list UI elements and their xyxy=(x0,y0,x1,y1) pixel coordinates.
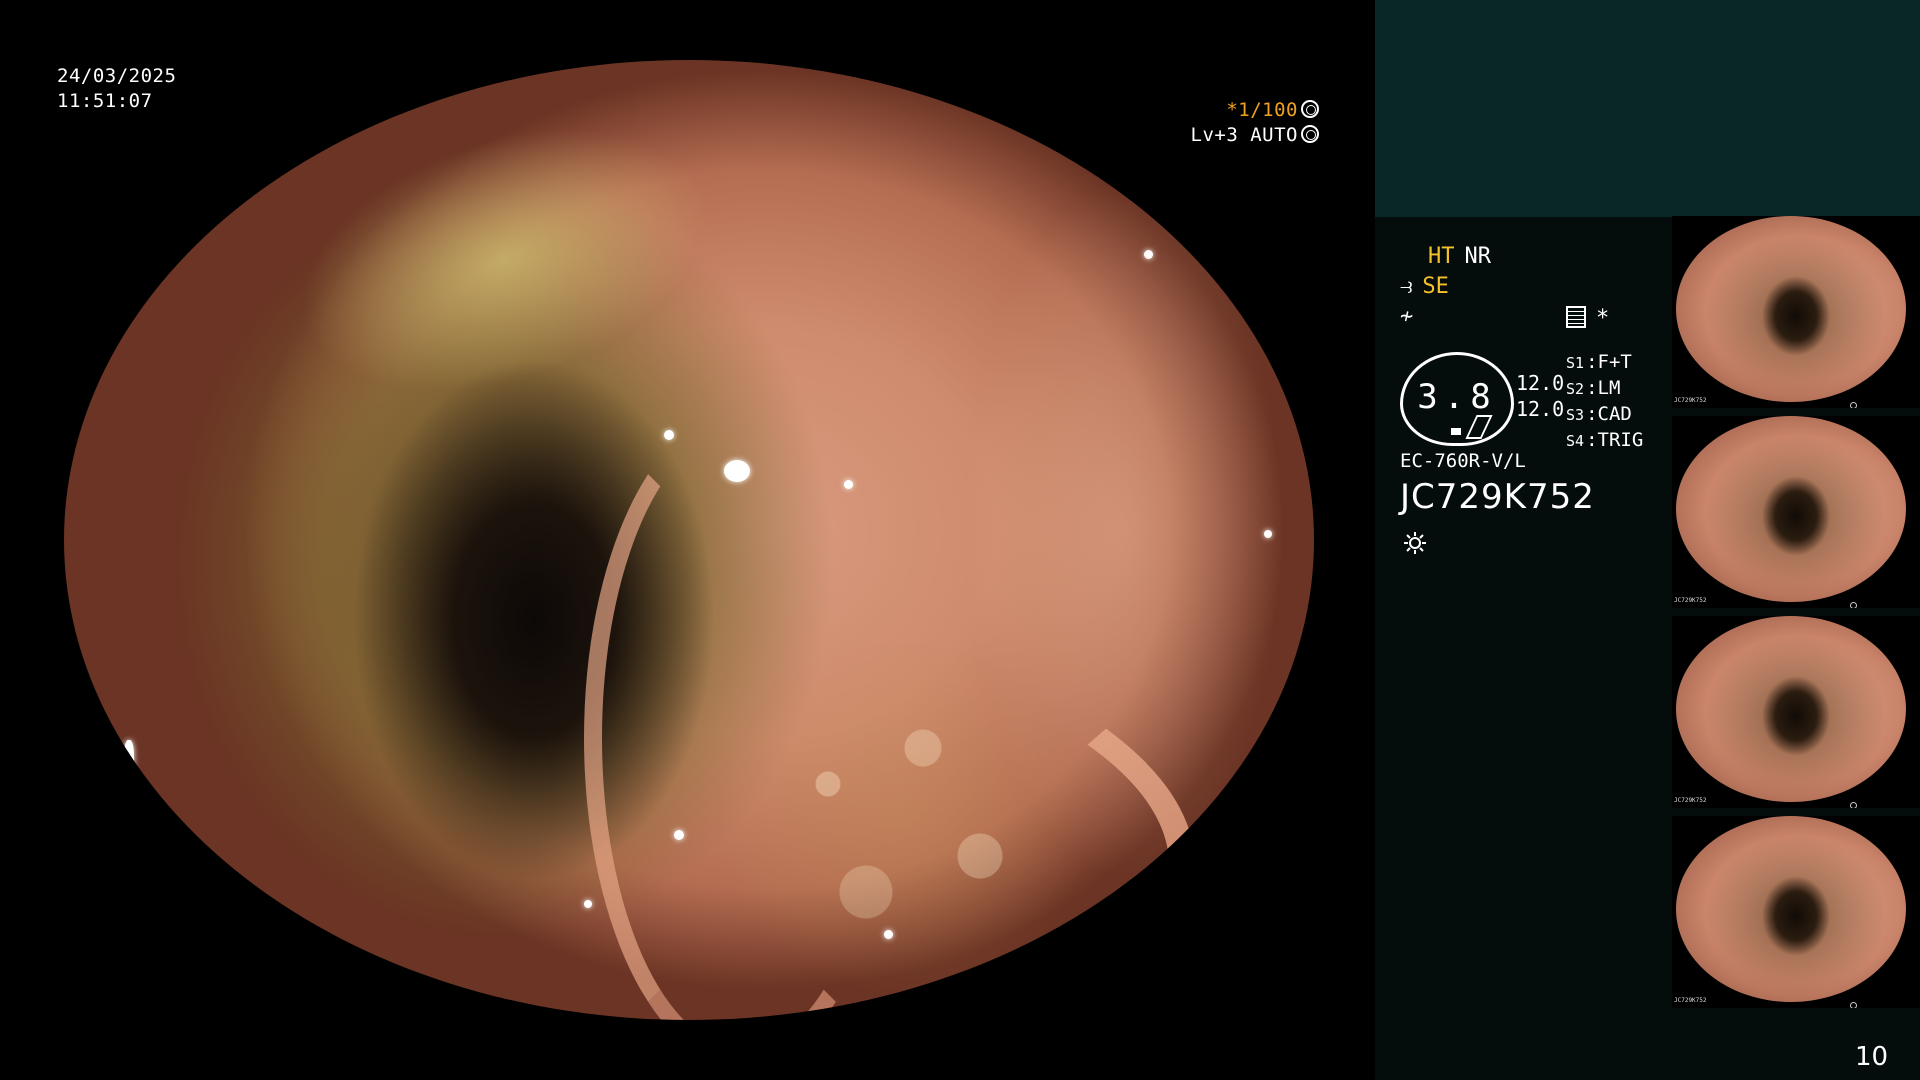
shutter-speed: *1/100 xyxy=(1226,99,1298,121)
mode-se: SE xyxy=(1422,274,1449,299)
gauge-mark xyxy=(1451,428,1461,435)
colon-lumen-image xyxy=(64,60,1314,1020)
shutter-icon xyxy=(1301,100,1319,118)
switch-row: S2:LM xyxy=(1566,377,1621,399)
switch-row: S3:CAD xyxy=(1566,403,1632,425)
switch-row: S4:TRIG xyxy=(1566,429,1644,451)
fan-icon: ⥽ xyxy=(1400,274,1413,299)
specular-highlight xyxy=(674,830,684,840)
thumbnail-marker xyxy=(1850,1002,1857,1008)
capture-thumbnail[interactable]: JC729K752 xyxy=(1672,416,1920,608)
gauge-readouts: 12.0 12.0 xyxy=(1516,370,1564,422)
thumbnail-serial: JC729K752 xyxy=(1674,397,1707,404)
exposure-settings: *1/100 Lv+3 AUTO xyxy=(1191,98,1319,148)
gauge-readout-1: 12.0 xyxy=(1516,371,1565,395)
page-number: 10 xyxy=(1855,1042,1889,1072)
scope-model: EC-760R-V/L xyxy=(1400,450,1526,472)
capture-thumbnail[interactable]: JC729K752 xyxy=(1672,816,1920,1008)
switch-assignments: S1:F+T S2:LM S3:CAD S4:TRIG xyxy=(1566,350,1643,454)
time: 11:51:07 xyxy=(57,90,153,112)
thumbnail-image xyxy=(1676,816,1906,1002)
thumbnail-marker xyxy=(1850,602,1857,608)
specular-highlight xyxy=(844,480,853,489)
capture-thumbnail[interactable]: JC729K752 xyxy=(1672,616,1920,808)
thumbnail-marker xyxy=(1850,802,1857,808)
sun-icon xyxy=(1404,532,1426,554)
thumbnail-serial: JC729K752 xyxy=(1674,797,1707,804)
bubbles xyxy=(714,640,1094,1000)
specular-highlight xyxy=(664,430,674,440)
specular-highlight xyxy=(724,460,750,482)
brightness-level: Lv+3 AUTO xyxy=(1190,124,1298,146)
thumbnail-marker xyxy=(1850,402,1857,408)
asterisk-mark: * xyxy=(1596,306,1610,331)
switch-row: S1:F+T xyxy=(1566,351,1632,373)
gauge-value: 3.8 xyxy=(1417,377,1497,417)
mode-indicators: HT NR ⥽ SE ≁ xyxy=(1400,242,1491,332)
mode-nr: NR xyxy=(1464,244,1492,269)
specular-highlight xyxy=(584,900,592,908)
magnification-gauge: 3.8 xyxy=(1400,352,1514,446)
thumbnail-image xyxy=(1676,616,1906,802)
panel-header-area xyxy=(1375,0,1920,217)
document-icon xyxy=(1566,306,1586,328)
scope-serial: JC729K752 xyxy=(1400,477,1595,517)
date: 24/03/2025 xyxy=(57,65,177,87)
flash-icon: ≁ xyxy=(1400,304,1414,329)
thumbnail-serial: JC729K752 xyxy=(1674,997,1707,1004)
thumbnail-image xyxy=(1676,416,1906,602)
capture-thumbnail[interactable]: JC729K752 xyxy=(1672,216,1920,408)
specular-highlight xyxy=(1144,250,1153,259)
thumbnail-serial: JC729K752 xyxy=(1674,597,1707,604)
endoscope-view: 24/03/2025 11:51:07 *1/100 Lv+3 AUTO xyxy=(0,0,1375,1080)
specular-highlight xyxy=(884,930,893,939)
record-status: * xyxy=(1566,306,1609,332)
mode-ht: HT xyxy=(1428,244,1455,269)
specular-highlight xyxy=(1264,530,1272,538)
specular-highlight xyxy=(124,740,134,780)
date-time: 24/03/2025 11:51:07 xyxy=(57,64,176,114)
gauge-readout-2: 12.0 xyxy=(1516,397,1565,421)
auto-icon xyxy=(1301,125,1319,143)
thumbnail-image xyxy=(1676,216,1906,402)
